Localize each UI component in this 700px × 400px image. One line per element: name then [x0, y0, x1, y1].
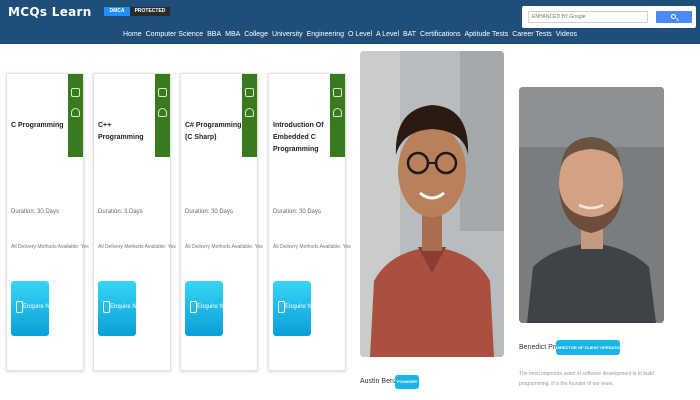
enquire-label: Enquire Now: [23, 304, 58, 310]
instructor-portrait-image: [360, 51, 504, 357]
nav-item-certifications[interactable]: Certifications: [420, 31, 460, 38]
course-tag: [68, 74, 83, 157]
instructor-role-badge: FOUNDER: [395, 375, 419, 389]
bag-icon: [333, 108, 342, 117]
search-button[interactable]: [656, 11, 692, 23]
course-card: Introduction Of Embedded C Programming D…: [268, 73, 351, 371]
instructor-portrait-image: [519, 87, 664, 323]
search-icon: [671, 14, 676, 19]
dmca-badge[interactable]: DMCA: [104, 7, 130, 16]
course-title[interactable]: C++ Programming: [98, 120, 156, 144]
course-card: C# Programming (C Sharp) Duration: 30 Da…: [180, 73, 263, 371]
bag-icon: [158, 108, 167, 117]
phone-icon: [278, 301, 285, 313]
search-box: [522, 6, 696, 28]
instructor-bio: The most important asset of software dev…: [519, 371, 654, 387]
course-duration: Duration: 30 Days: [185, 209, 234, 215]
course-card: C Programming Duration: 30 Days All Deli…: [6, 73, 89, 371]
nav-item-videos[interactable]: Videos: [556, 31, 577, 38]
search-input[interactable]: [528, 11, 648, 23]
site-header: MCQs Learn DMCA PROTECTED Home Computer …: [0, 0, 700, 44]
enquire-now-button[interactable]: Enquire Now: [98, 281, 144, 336]
protected-badge[interactable]: PROTECTED: [130, 7, 170, 16]
enquire-label: Enquire Now: [110, 304, 145, 310]
instructor-role-badge: DIRECTOR OF CLIENT OPERATIONS: [556, 340, 626, 355]
course-duration: Duration: 30 Days: [11, 209, 60, 215]
phone-icon: [190, 301, 197, 313]
course-title[interactable]: Introduction Of Embedded C Programming: [273, 120, 331, 156]
nav-item-mba[interactable]: MBA: [225, 31, 240, 38]
bag-icon: [245, 108, 254, 117]
nav-item-career-tests[interactable]: Career Tests: [512, 31, 552, 38]
nav-item-engineering[interactable]: Engineering: [307, 31, 344, 38]
book-icon: [158, 88, 167, 97]
instructor-photo: [360, 51, 504, 357]
nav-item-o-level[interactable]: O Level: [348, 31, 372, 38]
phone-icon: [16, 301, 23, 313]
nav-item-university[interactable]: University: [272, 31, 303, 38]
enquire-now-button[interactable]: Enquire Now: [273, 281, 319, 336]
enquire-now-button[interactable]: Enquire Now: [185, 281, 231, 336]
course-title[interactable]: C# Programming (C Sharp): [185, 120, 243, 144]
main-nav: Home Computer Science BBA MBA College Un…: [0, 31, 700, 38]
nav-item-college[interactable]: College: [244, 31, 268, 38]
course-delivery: All Delivery Methods Available: Yes: [185, 244, 263, 250]
nav-item-aptitude-tests[interactable]: Aptitude Tests: [464, 31, 508, 38]
course-delivery: All Delivery Methods Available: Yes: [11, 244, 89, 250]
enquire-label: Enquire Now: [285, 304, 320, 310]
enquire-label: Enquire Now: [197, 304, 232, 310]
course-title[interactable]: C Programming: [11, 120, 69, 132]
course-duration: Duration: 3 Days: [98, 209, 143, 215]
course-tag: [242, 74, 257, 157]
site-logo[interactable]: MCQs Learn: [8, 5, 92, 19]
instructor-photo: [519, 87, 664, 323]
phone-icon: [103, 301, 110, 313]
enquire-now-button[interactable]: Enquire Now: [11, 281, 57, 336]
course-card: C++ Programming Duration: 3 Days All Del…: [93, 73, 176, 371]
course-duration: Duration: 30 Days: [273, 209, 322, 215]
book-icon: [71, 88, 80, 97]
nav-item-bba[interactable]: BBA: [207, 31, 221, 38]
nav-item-computer-science[interactable]: Computer Science: [146, 31, 204, 38]
book-icon: [245, 88, 254, 97]
course-tag: [155, 74, 170, 157]
course-tag: [330, 74, 345, 157]
bag-icon: [71, 108, 80, 117]
course-delivery: All Delivery Methods Available: Yes: [273, 244, 351, 250]
nav-item-home[interactable]: Home: [123, 31, 142, 38]
course-delivery: All Delivery Methods Available: Yes: [98, 244, 176, 250]
book-icon: [333, 88, 342, 97]
nav-item-a-level[interactable]: A Level: [376, 31, 399, 38]
nav-item-bat[interactable]: BAT: [403, 31, 416, 38]
